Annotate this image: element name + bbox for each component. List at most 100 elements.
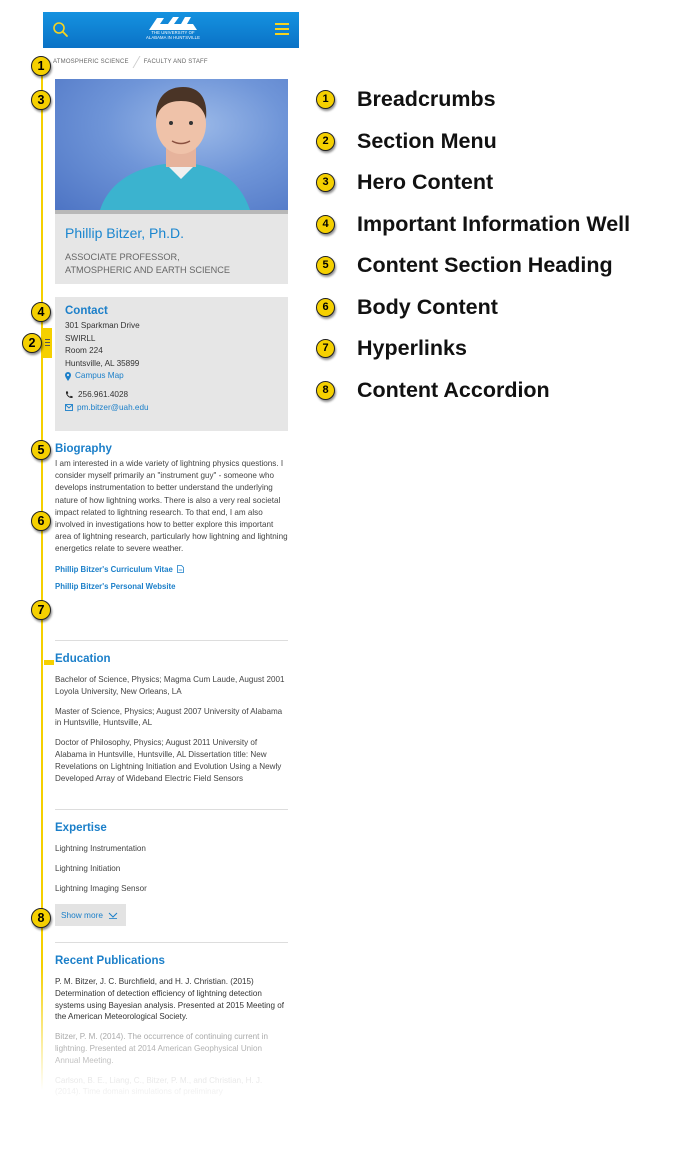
legend-item: 8 Content Accordion xyxy=(316,370,630,412)
show-more-button[interactable]: Show more xyxy=(55,904,126,926)
legend-badge: 8 xyxy=(316,380,335,400)
address-line: Huntsville, AL 35899 xyxy=(65,358,140,368)
section-divider xyxy=(55,640,288,641)
faculty-title-line-1: ASSOCIATE PROFESSOR, xyxy=(65,252,180,262)
legend-label: Breadcrumbs xyxy=(357,87,496,112)
hamburger-icon-bar xyxy=(275,33,289,35)
hamburger-icon-bar xyxy=(275,23,289,25)
legend-badge: 1 xyxy=(316,90,335,110)
section-divider xyxy=(55,942,288,943)
legend-label: Hero Content xyxy=(357,170,494,195)
contact-heading: Contact xyxy=(65,305,108,317)
campus-map-link[interactable]: Campus Map xyxy=(65,370,278,383)
legend-item: 7 Hyperlinks xyxy=(316,328,630,370)
legend-badge: 7 xyxy=(316,339,335,359)
legend-badge: 2 xyxy=(316,131,335,151)
personal-website-link[interactable]: Phillip Bitzer's Personal Website xyxy=(55,582,288,591)
envelope-icon xyxy=(65,404,73,412)
legend-badge: 3 xyxy=(316,173,335,193)
person-portrait xyxy=(100,87,250,210)
section-menu-icon-bar xyxy=(45,342,50,343)
expertise-item: Lightning Instrumentation xyxy=(55,844,146,853)
biography-text: I am interested in a wide variety of lig… xyxy=(55,459,288,554)
annotation-legend: 1 Breadcrumbs 2 Section Menu 3 Hero Cont… xyxy=(316,79,630,411)
legend-item: 6 Body Content xyxy=(316,287,630,329)
education-section: Education Bachelor of Science, Physics; … xyxy=(55,653,288,784)
email-text: pm.bitzer@uah.edu xyxy=(77,402,149,412)
campus-map-label: Campus Map xyxy=(75,371,124,381)
legend-badge: 5 xyxy=(316,256,335,276)
section-menu-icon-bar xyxy=(45,345,50,346)
breadcrumb-separator xyxy=(132,56,141,68)
biography-section: Biography I am interested in a wide vari… xyxy=(55,443,288,591)
annotation-badge-6: 6 xyxy=(31,511,51,531)
address-line: SWIRLL xyxy=(65,333,96,343)
curriculum-vitae-link[interactable]: Phillip Bitzer's Curriculum Vitae xyxy=(55,565,288,574)
legend-badge: 4 xyxy=(316,214,335,234)
pdf-document-icon xyxy=(177,564,184,573)
map-pin-icon xyxy=(65,372,71,382)
section-menu-tab[interactable] xyxy=(43,328,52,358)
annotation-badge-4: 4 xyxy=(31,302,51,322)
legend-item: 3 Hero Content xyxy=(316,162,630,204)
uah-logo[interactable]: THE UNIVERSITY OF ALABAMA IN HUNTSVILLE xyxy=(143,15,203,45)
publication-item: P. M. Bitzer, J. C. Burchfield, and H. J… xyxy=(55,977,285,1022)
address-line: 301 Sparkman Drive xyxy=(65,321,140,330)
education-item: Master of Science, Physics; August 2007 … xyxy=(55,706,283,728)
annotation-badge-3: 3 xyxy=(31,90,51,110)
expertise-section: Expertise Lightning Instrumentation Ligh… xyxy=(55,822,288,926)
chevron-down-icon xyxy=(108,912,118,919)
legend-badge: 6 xyxy=(316,297,335,317)
faculty-name: Phillip Bitzer, Ph.D. xyxy=(65,225,185,241)
logo-subtitle-2: ALABAMA IN HUNTSVILLE xyxy=(146,34,200,40)
address-line: Room 224 xyxy=(65,346,103,356)
legend-item: 5 Content Section Heading xyxy=(316,245,630,287)
legend-item: 2 Section Menu xyxy=(316,121,630,163)
search-button[interactable] xyxy=(52,21,70,39)
legend-label: Content Section Heading xyxy=(357,253,613,278)
phone-number-text: 256.961.4028 xyxy=(78,389,129,399)
biography-heading: Biography xyxy=(55,443,112,455)
annotation-badge-2: 2 xyxy=(22,333,42,353)
email-link[interactable]: pm.bitzer@uah.edu xyxy=(65,402,278,415)
legend-label: Hyperlinks xyxy=(357,336,467,361)
expertise-item: Lightning Imaging Sensor xyxy=(55,884,147,893)
hamburger-icon-bar xyxy=(275,28,289,30)
breadcrumb: ATMOSPHERIC SCIENCE FACULTY AND STAFF xyxy=(53,56,208,68)
search-icon xyxy=(53,22,68,37)
faculty-title-line-2: ATMOSPHERIC AND EARTH SCIENCE xyxy=(65,265,231,275)
faculty-title: ASSOCIATE PROFESSOR, ATMOSPHERIC AND EAR… xyxy=(65,251,230,277)
legend-label: Section Menu xyxy=(357,128,497,153)
section-menu-icon-bar xyxy=(45,339,50,340)
section-divider xyxy=(55,809,288,810)
annotation-badge-7: 7 xyxy=(31,600,51,620)
hamburger-menu-button[interactable] xyxy=(275,23,289,35)
breadcrumb-item-atmospheric-science[interactable]: ATMOSPHERIC SCIENCE xyxy=(53,59,129,65)
phone-number[interactable]: 256.961.4028 xyxy=(65,389,278,402)
expertise-heading: Expertise xyxy=(55,822,107,834)
education-heading: Education xyxy=(55,653,111,665)
annotation-badge-5: 5 xyxy=(31,440,51,460)
legend-item: 1 Breadcrumbs xyxy=(316,79,630,121)
legend-label: Content Accordion xyxy=(357,377,550,402)
breadcrumb-item-faculty-and-staff[interactable]: FACULTY AND STAFF xyxy=(144,59,208,65)
legend-label: Body Content xyxy=(357,294,498,319)
phone-icon xyxy=(65,391,73,399)
annotation-badge-1: 1 xyxy=(31,56,51,76)
curriculum-vitae-label: Phillip Bitzer's Curriculum Vitae xyxy=(55,564,173,574)
publications-heading: Recent Publications xyxy=(55,955,165,967)
education-item: Bachelor of Science, Physics; Magma Cum … xyxy=(55,675,285,696)
contact-well: Contact 301 Sparkman Drive SWIRLL Room 2… xyxy=(55,297,288,431)
current-section-marker xyxy=(44,660,54,665)
mobile-page-mockup: THE UNIVERSITY OF ALABAMA IN HUNTSVILLE … xyxy=(43,12,299,1102)
legend-label: Important Information Well xyxy=(357,211,631,236)
uah-logo-mark xyxy=(149,17,197,30)
education-item: Doctor of Philosophy, Physics; August 20… xyxy=(55,738,282,783)
hero-content: Phillip Bitzer, Ph.D. ASSOCIATE PROFESSO… xyxy=(55,214,288,284)
show-more-label: Show more xyxy=(61,910,103,920)
bottom-fade-overlay xyxy=(43,1042,299,1102)
site-header: THE UNIVERSITY OF ALABAMA IN HUNTSVILLE xyxy=(43,12,299,48)
annotation-badge-8: 8 xyxy=(31,908,51,928)
legend-item: 4 Important Information Well xyxy=(316,204,630,246)
profile-photo xyxy=(55,79,288,210)
